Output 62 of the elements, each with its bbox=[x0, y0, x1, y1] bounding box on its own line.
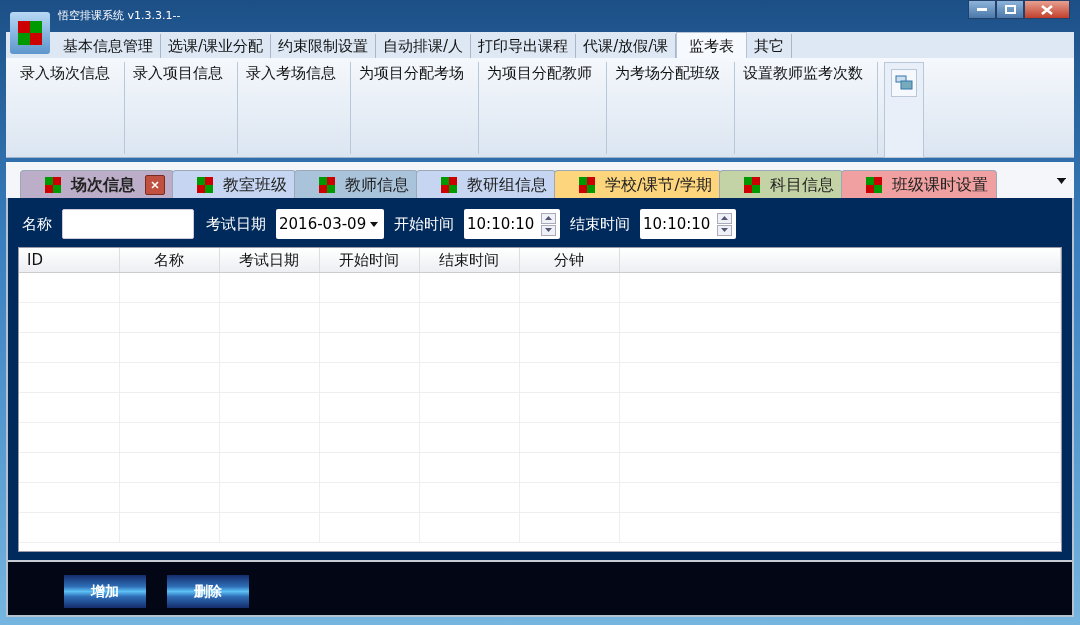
menu-tab[interactable]: 监考表 bbox=[676, 32, 748, 58]
ribbon-button[interactable]: 录入项目信息 bbox=[125, 62, 238, 154]
window-title: 悟空排课系统 v1.3.3.1-- bbox=[58, 8, 181, 24]
tab-label: 教师信息 bbox=[345, 173, 409, 196]
input-field[interactable] bbox=[62, 209, 194, 239]
ribbon-button[interactable]: 为项目分配考场 bbox=[351, 62, 479, 154]
tab-logo-icon bbox=[319, 176, 335, 193]
app-logo-icon[interactable] bbox=[10, 12, 50, 54]
tab-logo-icon bbox=[579, 176, 595, 193]
document-tab[interactable]: 教研组信息 bbox=[416, 170, 556, 198]
spin-up-icon[interactable] bbox=[541, 212, 556, 224]
tab-label: 班级课时设置 bbox=[891, 173, 988, 196]
tab-logo-icon bbox=[865, 176, 882, 193]
ribbon-button[interactable]: 为项目分配教师 bbox=[479, 62, 607, 154]
ribbon-button[interactable]: 为考场分配班级 bbox=[607, 62, 735, 154]
maximize-button[interactable] bbox=[996, 0, 1024, 19]
tab-logo-icon bbox=[45, 176, 61, 193]
tab-label: 学校/课节/学期 bbox=[605, 173, 712, 196]
ribbon-button[interactable]: 录入场次信息 bbox=[12, 62, 125, 154]
document-tab[interactable]: 教室班级 bbox=[172, 170, 296, 198]
windows-icon[interactable] bbox=[891, 69, 917, 97]
document-tab[interactable]: 场次信息 bbox=[20, 170, 174, 198]
field-label: 考试日期 bbox=[206, 213, 266, 235]
time-spinner[interactable]: 10:10:10 bbox=[464, 209, 560, 239]
spin-down-icon[interactable] bbox=[717, 224, 732, 236]
column-header[interactable]: ID bbox=[19, 248, 119, 272]
close-icon bbox=[1041, 4, 1053, 15]
time-value: 10:10:10 bbox=[643, 213, 711, 235]
close-button[interactable] bbox=[1024, 0, 1070, 19]
tab-logo-icon bbox=[441, 176, 457, 193]
ribbon-button[interactable]: 设置教师监考次数 bbox=[735, 62, 878, 154]
tab-close-icon[interactable] bbox=[145, 174, 165, 195]
spin-up-icon[interactable] bbox=[717, 212, 732, 224]
maximize-icon bbox=[1004, 5, 1016, 14]
column-header[interactable]: 结束时间 bbox=[419, 248, 519, 272]
tab-label: 科目信息 bbox=[769, 173, 834, 196]
time-value: 10:10:10 bbox=[467, 213, 535, 235]
column-header[interactable]: 开始时间 bbox=[319, 248, 419, 272]
time-spinner[interactable]: 10:10:10 bbox=[640, 209, 736, 239]
document-tab[interactable]: 科目信息 bbox=[718, 170, 843, 198]
action-button[interactable]: 删除 bbox=[167, 575, 249, 608]
ribbon-button[interactable]: 录入考场信息 bbox=[238, 62, 351, 154]
field-label: 结束时间 bbox=[570, 213, 630, 235]
tab-logo-icon bbox=[743, 176, 760, 193]
date-picker[interactable]: 2016-03-09 bbox=[276, 209, 384, 239]
tab-label: 教室班级 bbox=[223, 173, 287, 196]
tab-label: 场次信息 bbox=[71, 173, 135, 196]
document-tab[interactable]: 教师信息 bbox=[294, 170, 418, 198]
caret-icon[interactable] bbox=[370, 221, 378, 227]
field-label: 开始时间 bbox=[394, 213, 454, 235]
minimize-icon bbox=[977, 7, 987, 12]
column-header[interactable]: 分钟 bbox=[519, 248, 619, 272]
column-header[interactable]: 名称 bbox=[119, 248, 219, 272]
document-tab[interactable]: 学校/课节/学期 bbox=[554, 170, 721, 198]
field-label: 名称 bbox=[22, 213, 52, 235]
tab-logo-icon bbox=[197, 176, 213, 193]
tab-label: 教研组信息 bbox=[467, 173, 547, 196]
minimize-button[interactable] bbox=[968, 0, 996, 19]
date-value: 2016-03-09 bbox=[279, 213, 367, 235]
document-tab[interactable]: 班级课时设置 bbox=[840, 170, 997, 198]
column-header[interactable]: 考试日期 bbox=[219, 248, 319, 272]
spin-down-icon[interactable] bbox=[541, 224, 556, 236]
